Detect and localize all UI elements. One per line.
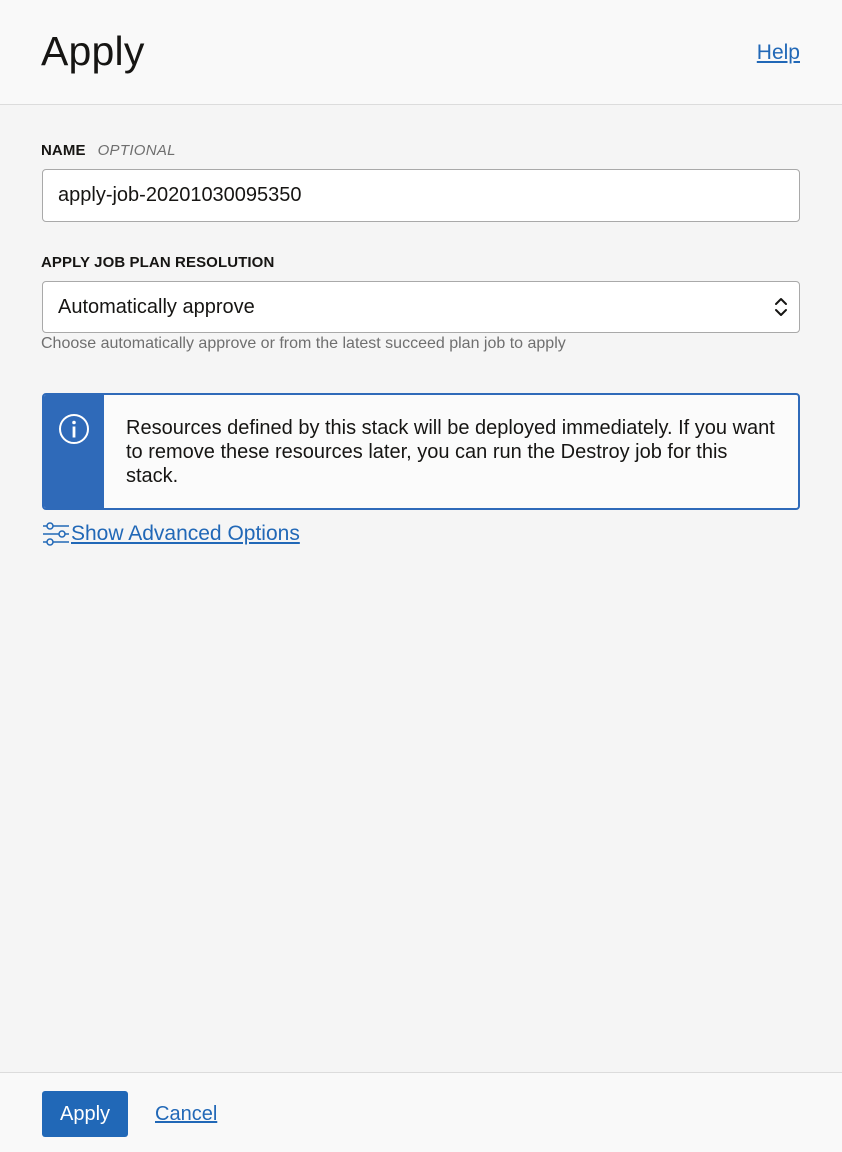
apply-button[interactable]: Apply [42,1091,128,1137]
info-message: Resources defined by this stack will be … [42,393,800,510]
info-stripe [44,395,104,508]
select-updown-icon [775,298,787,316]
help-link[interactable]: Help [757,41,800,65]
info-circle-icon [59,414,89,444]
info-message-text: Resources defined by this stack will be … [126,417,775,487]
show-advanced-options-label: Show Advanced Options [71,522,300,545]
sliders-icon [43,522,69,546]
name-input[interactable] [42,169,800,222]
page-title: Apply [41,28,145,74]
plan-resolution-select[interactable]: Automatically approve [42,281,800,333]
plan-resolution-help-text: Choose automatically approve or from the… [41,335,566,352]
panel-footer: Apply Cancel [0,1072,842,1152]
plan-resolution-selected-value: Automatically approve [58,296,255,318]
apply-panel: Apply Help NAME OPTIONAL APPLY JOB PLAN R… [0,0,842,1152]
panel-header: Apply Help [0,0,842,105]
name-label-text: NAME [41,142,86,159]
plan-resolution-label: APPLY JOB PLAN RESOLUTION [41,254,275,271]
cancel-link[interactable]: Cancel [155,1103,217,1126]
optional-label: OPTIONAL [97,142,176,159]
show-advanced-options-link[interactable]: Show Advanced Options [42,520,300,548]
name-field-label: NAME OPTIONAL [41,142,176,159]
